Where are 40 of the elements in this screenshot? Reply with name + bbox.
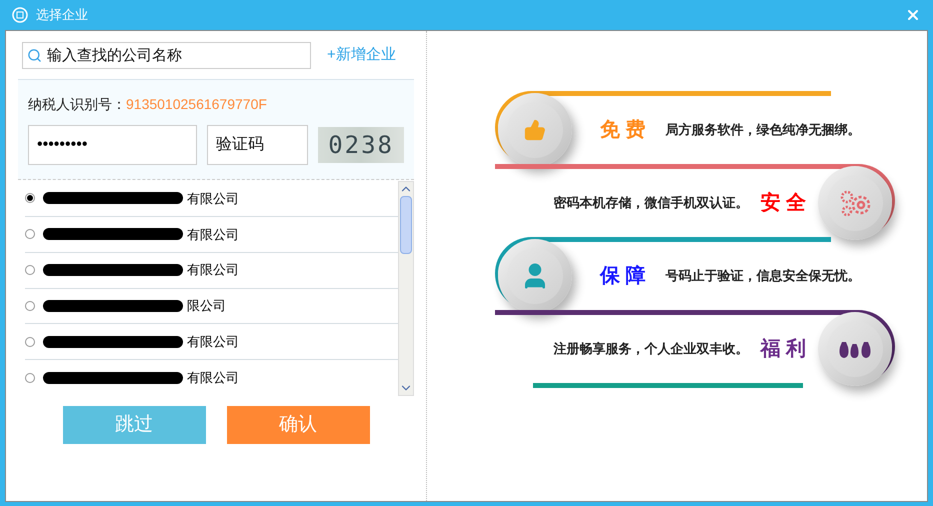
- company-item[interactable]: 有限公司: [25, 360, 398, 396]
- tax-id-value: 91350102561679770F: [126, 95, 267, 114]
- radio-button[interactable]: [25, 193, 35, 204]
- search-icon: [27, 48, 42, 63]
- radio-button[interactable]: [25, 265, 35, 276]
- scroll-thumb[interactable]: [400, 196, 412, 254]
- radio-button[interactable]: [25, 373, 35, 384]
- window-icon: [12, 7, 28, 23]
- feature-title: 安 全: [760, 190, 806, 216]
- close-button[interactable]: [905, 7, 921, 23]
- feature-title: 保 障: [600, 264, 646, 289]
- company-item[interactable]: 有限公司: [25, 324, 398, 360]
- company-item[interactable]: 有限公司: [25, 252, 398, 289]
- radio-button[interactable]: [25, 229, 35, 240]
- window-title: 选择企业: [36, 6, 88, 24]
- radio-button[interactable]: [25, 300, 35, 311]
- tax-id-label: 纳税人识别号：: [28, 95, 126, 114]
- company-name: 有限公司: [187, 190, 239, 208]
- company-name: 有限公司: [187, 369, 239, 388]
- company-name: 有限公司: [187, 333, 239, 352]
- search-field[interactable]: 输入查找的公司名称: [22, 42, 311, 69]
- company-name: 有限公司: [187, 226, 239, 244]
- feature-title: 福 利: [760, 337, 806, 362]
- feature-text: 号码止于验证，信息安全保无忧。: [666, 267, 861, 286]
- thumbs-up-icon: [524, 119, 546, 141]
- company-name: 有限公司: [187, 261, 239, 280]
- feature-text: 局方服务软件，绿色纯净无捆绑。: [666, 121, 861, 140]
- company-item[interactable]: 有限公司: [25, 181, 398, 217]
- feature-text: 注册畅享服务，个人企业双丰收。: [553, 340, 748, 358]
- password-field[interactable]: •••••••••: [28, 125, 198, 165]
- company-item[interactable]: 有限公司: [25, 216, 398, 253]
- company-item[interactable]: 限公司: [25, 288, 398, 324]
- feature-text: 密码本机存储，微信手机双认证。: [553, 194, 748, 212]
- captcha-image: 0238: [318, 127, 404, 163]
- captcha-field[interactable]: 验证码: [207, 125, 308, 165]
- scrollbar[interactable]: [398, 181, 414, 396]
- feature-title: 免 费: [600, 118, 646, 143]
- radio-button[interactable]: [25, 336, 35, 347]
- gears-icon: [838, 188, 872, 218]
- company-name: 限公司: [187, 297, 226, 316]
